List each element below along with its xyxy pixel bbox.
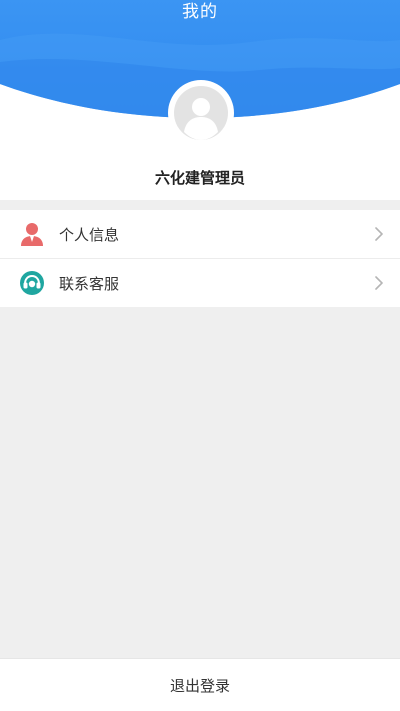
user-name: 六化建管理员 — [154, 169, 245, 187]
person-icon — [19, 221, 45, 247]
menu-item-label: 联系客服 — [59, 274, 120, 293]
profile-menu: 个人信息 联系客服 — [0, 210, 400, 307]
menu-item-contact-support[interactable]: 联系客服 — [0, 258, 400, 307]
page-title: 我的 — [182, 2, 218, 22]
menu-item-label: 个人信息 — [59, 225, 120, 244]
menu-item-personal-info[interactable]: 个人信息 — [0, 210, 400, 258]
headset-icon — [19, 270, 45, 296]
profile-header: 我的 六化建管理员 — [0, 0, 400, 200]
avatar[interactable] — [170, 82, 232, 144]
chevron-right-icon — [375, 227, 383, 241]
logout-button[interactable]: 退出登录 — [0, 658, 400, 711]
default-user-avatar-icon — [174, 86, 228, 140]
chevron-right-icon — [375, 276, 383, 290]
